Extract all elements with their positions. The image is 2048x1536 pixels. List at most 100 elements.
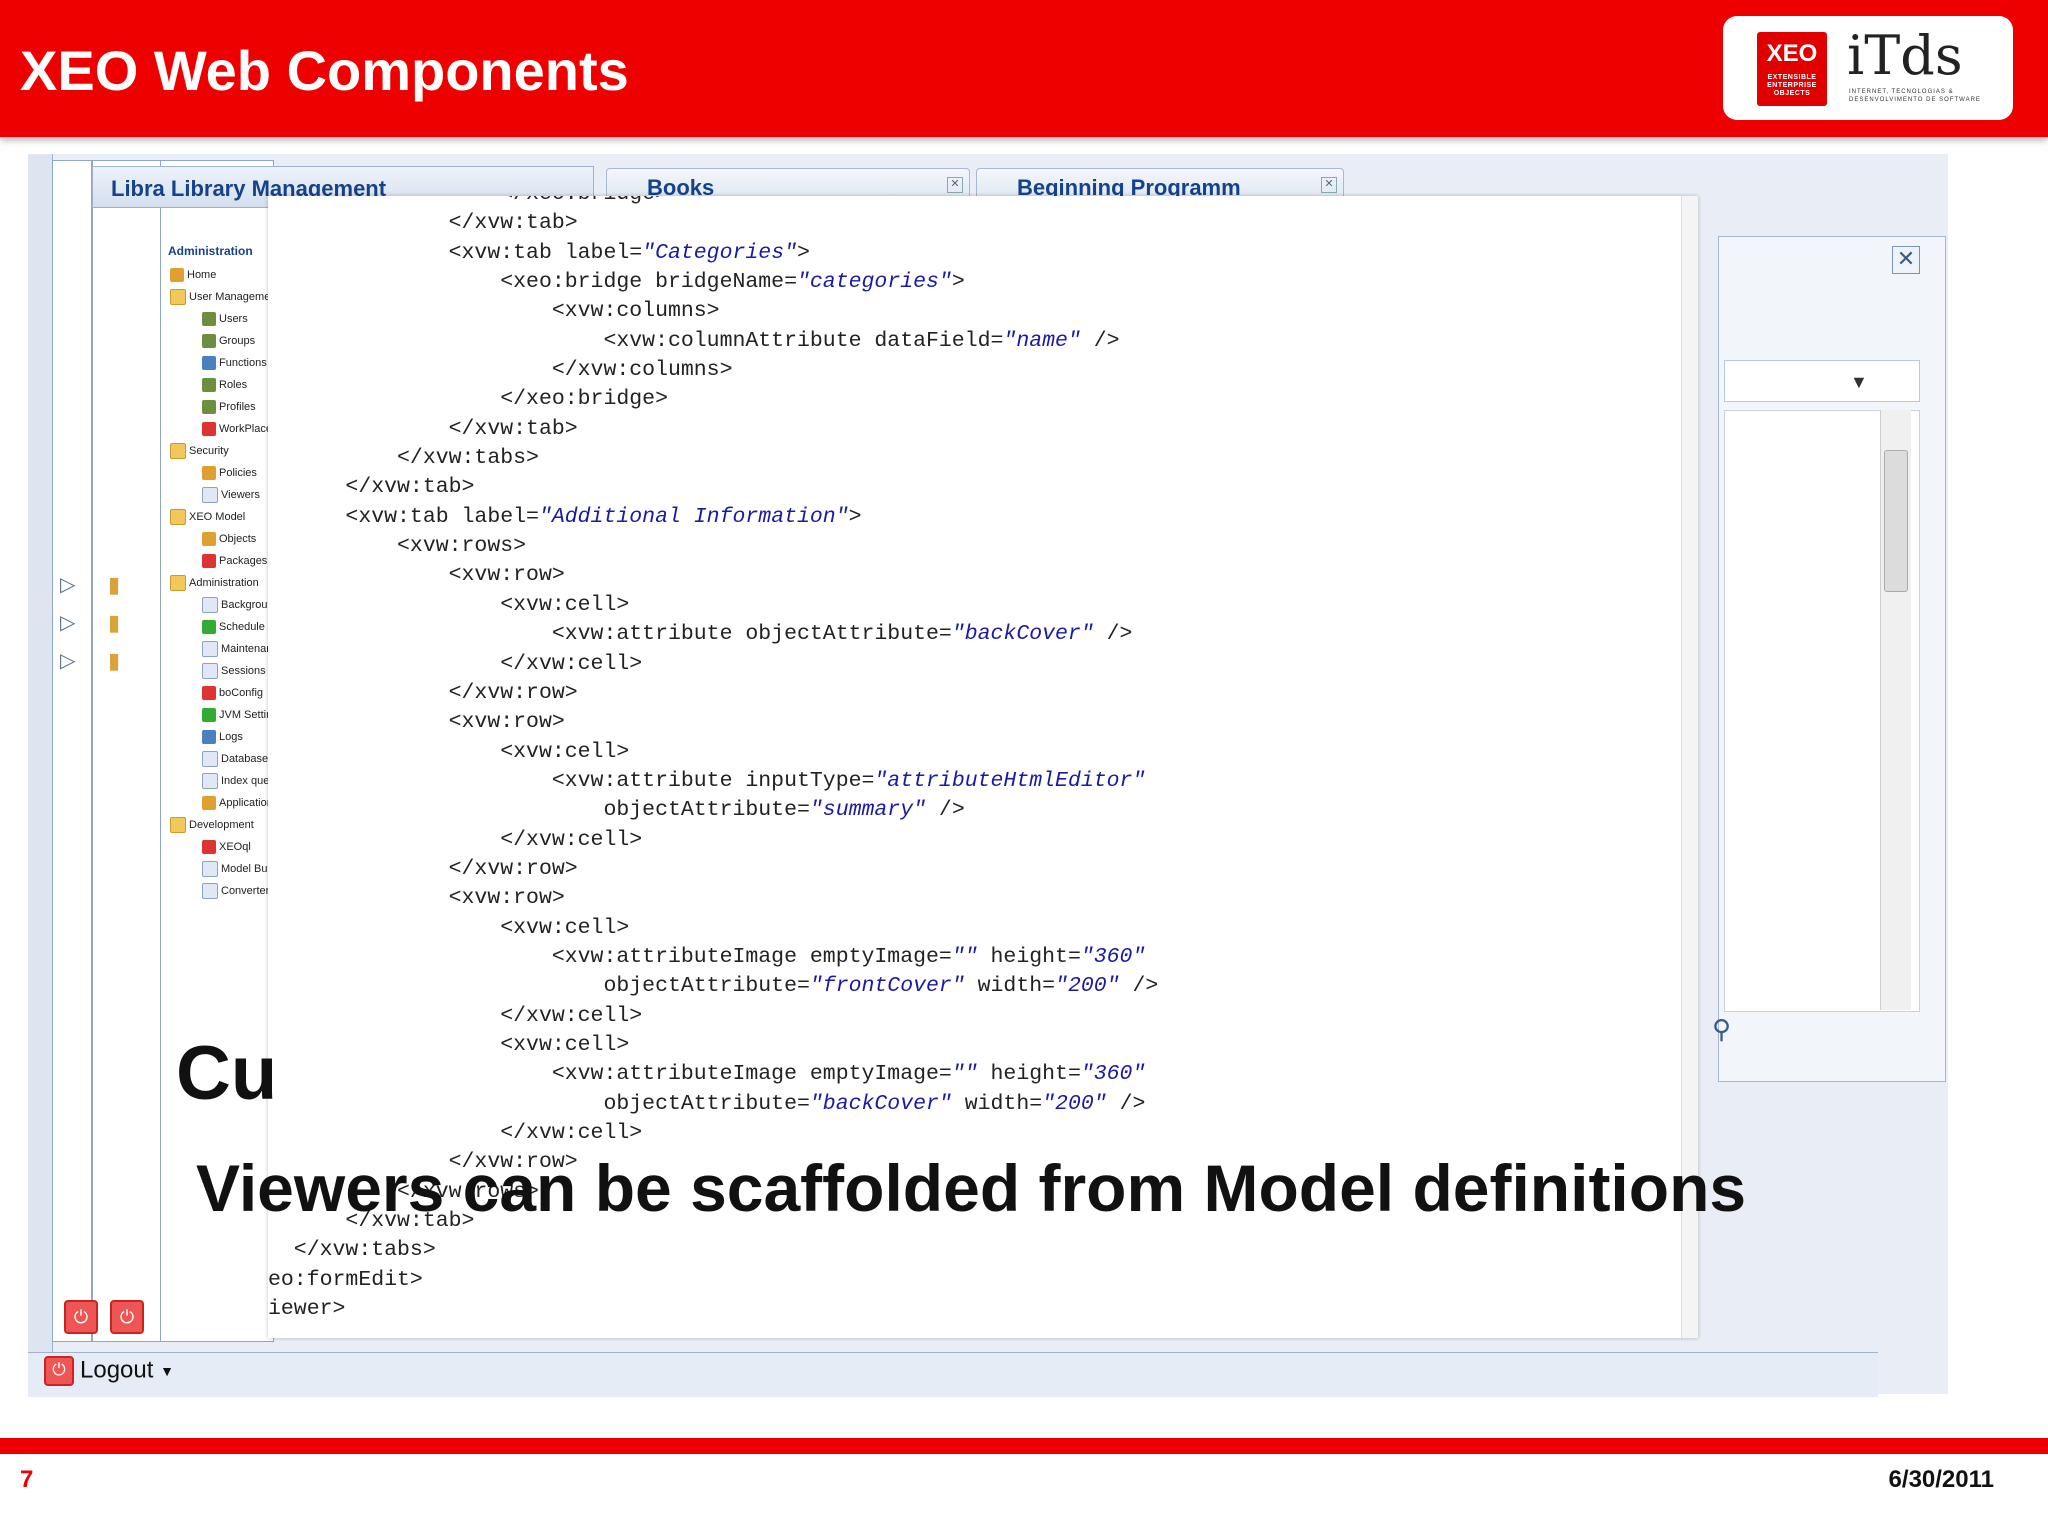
logout-button[interactable]: ⏻ Logout ▼ bbox=[44, 1356, 174, 1390]
tree-item[interactable]: Background bbox=[162, 594, 272, 616]
xeo-logo-text: XEO bbox=[1766, 40, 1818, 67]
tree-item-label: Users bbox=[219, 313, 248, 325]
code-line: </xvw:cell> bbox=[268, 827, 643, 852]
chevron-down-icon[interactable]: ▼ bbox=[1850, 372, 1868, 393]
code-line: <xeo:bridge bridgeName="categories"> bbox=[268, 270, 965, 295]
blue-icon bbox=[202, 730, 216, 745]
tree-item[interactable]: Users bbox=[162, 308, 272, 330]
code-line: </xeo:bridge> bbox=[268, 387, 668, 412]
tree-item[interactable]: Maintenance bbox=[162, 638, 272, 660]
tree-item-label: JVM Settings bbox=[219, 709, 272, 721]
gear-icon bbox=[202, 466, 216, 481]
tree-item-label: Packages bbox=[219, 555, 268, 567]
tree-item[interactable]: Model Builder bbox=[162, 858, 272, 880]
red-icon bbox=[202, 554, 216, 569]
power-icon[interactable]: ⏻ bbox=[64, 1300, 98, 1334]
user-icon bbox=[202, 378, 216, 393]
xeo-logo-subtext: EXTENSIBLE ENTERPRISE OBJECTS bbox=[1767, 74, 1817, 97]
tree-item[interactable]: Converter bbox=[162, 880, 272, 902]
folder-icon bbox=[170, 575, 186, 592]
tree-item-label: Schedule bbox=[219, 621, 265, 633]
slide-date: 6/30/2011 bbox=[1888, 1466, 1994, 1493]
tree-item[interactable]: User Management bbox=[162, 286, 272, 308]
app-status-bar bbox=[28, 1352, 1878, 1397]
tree-item-label: Development bbox=[189, 819, 254, 831]
user-icon bbox=[202, 334, 216, 349]
folder-icon bbox=[170, 817, 186, 834]
tree-item-label: Functions bbox=[219, 357, 267, 369]
tree-item[interactable]: WorkPlaces bbox=[162, 418, 272, 440]
code-line: </xvw:row> bbox=[268, 856, 578, 881]
tree-item[interactable]: Database bbox=[162, 748, 272, 770]
logout-label: Logout bbox=[80, 1356, 154, 1384]
tree-item-label: User Management bbox=[189, 291, 272, 303]
page-number: 7 bbox=[20, 1466, 34, 1493]
power-icon[interactable]: ⏻ bbox=[110, 1300, 144, 1334]
tree-item[interactable]: boConfig bbox=[162, 682, 272, 704]
close-icon[interactable]: ✕ bbox=[947, 177, 963, 193]
code-line: objectAttribute="backCover" width="200" … bbox=[268, 1091, 1146, 1116]
tree-item[interactable]: Profiles bbox=[162, 396, 272, 418]
tree-item[interactable]: Administration bbox=[162, 572, 272, 594]
code-line: </xvw:cell> bbox=[268, 1003, 643, 1028]
code-line: <xvw:attribute inputType="attributeHtmlE… bbox=[268, 768, 1146, 793]
power-icon: ⏻ bbox=[44, 1356, 74, 1386]
itds-logo-subtext: INTERNET, TECNOLOGIAS & DESENVOLVIMENTO … bbox=[1849, 89, 1981, 103]
code-line: <xvw:attributeImage emptyImage="" height… bbox=[268, 944, 1146, 969]
tree-item-label: boConfig bbox=[219, 687, 264, 699]
code-line: <xvw:cell> bbox=[268, 915, 630, 940]
tree-item[interactable]: Policies bbox=[162, 462, 272, 484]
code-line: </xvw:tabs> bbox=[268, 446, 539, 471]
tree-item-label: Database bbox=[221, 753, 269, 765]
partial-heading: Cu bbox=[176, 1031, 278, 1116]
tree-item-label: Maintenance bbox=[221, 643, 272, 655]
tree-item[interactable]: JVM Settings bbox=[162, 704, 272, 726]
tree-item[interactable]: Objects bbox=[162, 528, 272, 550]
search-icon[interactable]: ⚲ bbox=[1712, 1014, 1748, 1050]
code-line: objectAttribute="frontCover" width="200"… bbox=[268, 974, 1159, 999]
window-close-icon[interactable]: ✕ bbox=[1892, 246, 1920, 274]
tree-item[interactable]: Security bbox=[162, 440, 272, 462]
page-icon bbox=[202, 861, 218, 878]
tree-toggles[interactable]: ▷ ▷ ▷ bbox=[60, 566, 75, 680]
page-icon bbox=[202, 883, 218, 900]
tree-item-label: Roles bbox=[219, 379, 248, 391]
tree-item-label: Groups bbox=[219, 335, 256, 347]
tree-item[interactable]: Groups bbox=[162, 330, 272, 352]
scrollbar-thumb[interactable] bbox=[1884, 450, 1908, 592]
red-icon bbox=[202, 686, 216, 701]
tree-item[interactable]: Applications bbox=[162, 792, 272, 814]
tree-item[interactable]: Functions bbox=[162, 352, 272, 374]
app-left-bar bbox=[28, 154, 53, 1394]
tree-item-label: Converter bbox=[221, 885, 270, 897]
slide-header: XEO Web Components XEO EXTENSIBLE ENTERP… bbox=[0, 0, 2048, 137]
tree-item[interactable]: Packages bbox=[162, 550, 272, 572]
code-line: </xvw:tabs> bbox=[268, 1238, 436, 1263]
user-icon bbox=[202, 400, 216, 415]
tree-item-label: Index queue bbox=[221, 775, 272, 787]
tree-item[interactable]: XEO Model bbox=[162, 506, 272, 528]
page-icon bbox=[202, 641, 218, 658]
code-line: </xvw:cell> bbox=[268, 1121, 643, 1145]
tree-item[interactable]: Sessions bbox=[162, 660, 272, 682]
folder-icon bbox=[170, 289, 186, 306]
page-icon bbox=[202, 487, 218, 504]
code-line: </xvw:cell> bbox=[268, 651, 643, 676]
itds-logo: iTds bbox=[1847, 24, 1963, 87]
close-icon[interactable]: ✕ bbox=[1321, 177, 1337, 193]
tree-item[interactable]: Viewers bbox=[162, 484, 272, 506]
tree-item[interactable]: Logs bbox=[162, 726, 272, 748]
code-line: <xvw:tab label="Additional Information"> bbox=[268, 504, 862, 529]
tree-item-label: Profiles bbox=[219, 401, 256, 413]
tree-item[interactable]: Roles bbox=[162, 374, 272, 396]
code-line: <xvw:cell> bbox=[268, 592, 630, 617]
tree-item[interactable]: Development bbox=[162, 814, 272, 836]
tree-item[interactable]: XEOql bbox=[162, 836, 272, 858]
tree-item[interactable]: Schedule bbox=[162, 616, 272, 638]
code-line: <xvw:attributeImage emptyImage="" height… bbox=[268, 1062, 1146, 1087]
right-dropdown[interactable] bbox=[1724, 360, 1920, 402]
chevron-down-icon: ▼ bbox=[160, 1363, 174, 1379]
tree-item[interactable]: Home bbox=[162, 264, 272, 286]
tree-item[interactable]: Index queue bbox=[162, 770, 272, 792]
tree-item-label: Objects bbox=[219, 533, 257, 545]
